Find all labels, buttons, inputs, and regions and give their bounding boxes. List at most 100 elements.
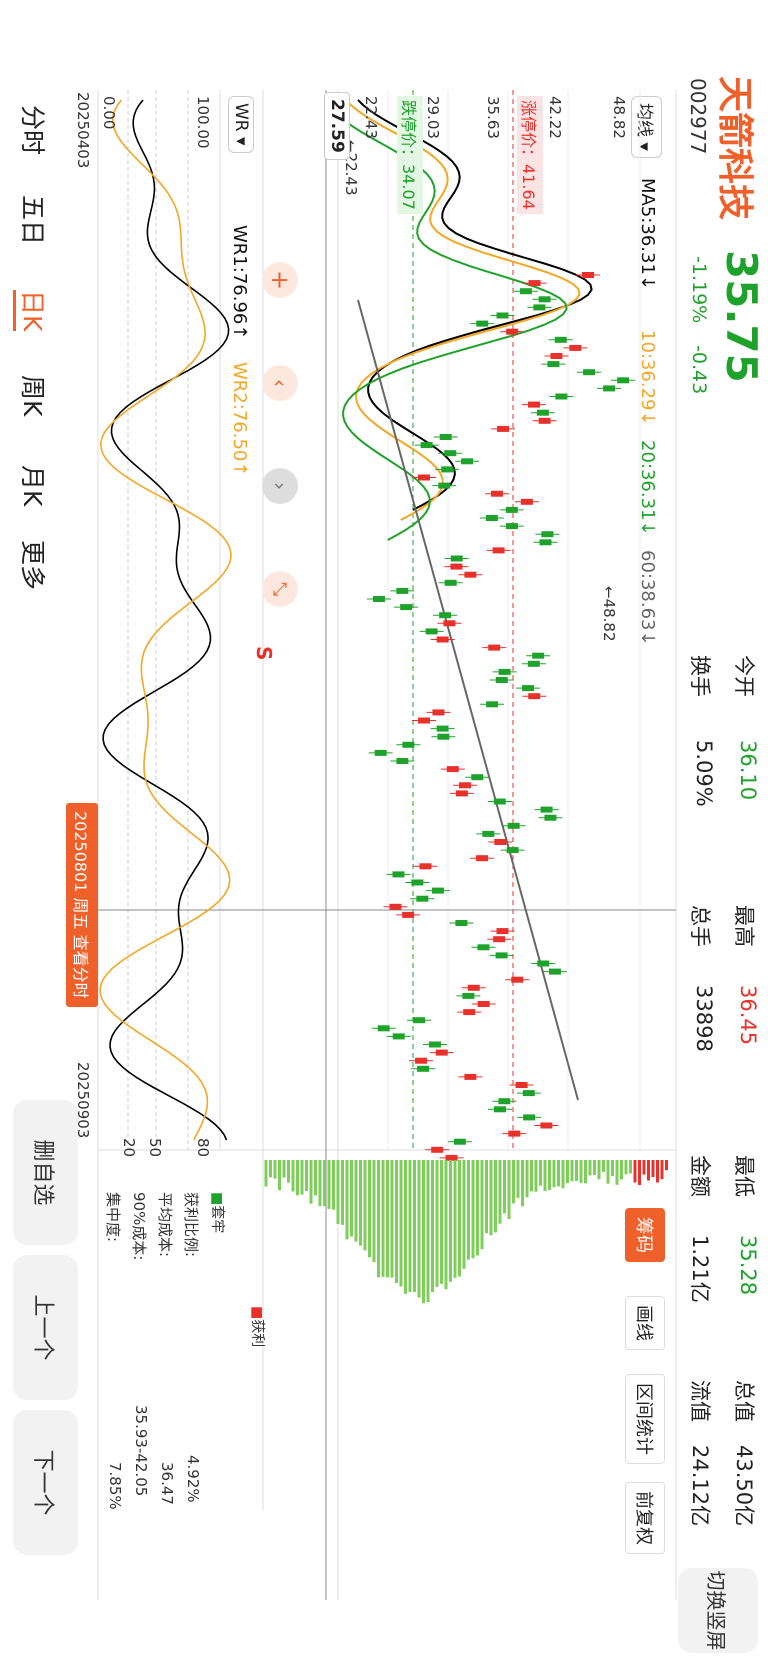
candle-body [496, 928, 508, 934]
chip-bar [386, 1160, 389, 1277]
chip-bar [553, 1160, 556, 1187]
nav-monthly-k[interactable]: 月K [16, 465, 52, 506]
previous-button[interactable]: 上一个 [13, 1255, 78, 1400]
candle-body [393, 871, 405, 877]
chip-bar [467, 1160, 470, 1260]
candle-body [528, 661, 540, 667]
nav-daily-k[interactable]: 日K [13, 290, 52, 331]
candle-body [396, 758, 408, 764]
indicator-selector-label: WR [231, 103, 251, 132]
pan-left-button[interactable]: ‹ [262, 365, 298, 401]
chip-bar [323, 1160, 326, 1206]
candle-body [508, 823, 520, 829]
chip-profit-ratio-value: 4.92% [184, 1455, 202, 1503]
chip-bar [292, 1160, 295, 1192]
chip-bar [355, 1160, 358, 1242]
chip-bar [476, 1160, 479, 1256]
pan-right-button[interactable]: › [262, 468, 298, 504]
candle-body [411, 880, 423, 886]
candle-body [476, 321, 488, 327]
candle-body [506, 523, 518, 529]
next-button[interactable]: 下一个 [13, 1410, 78, 1555]
wr-scale-50: 50 [146, 1138, 164, 1157]
candle-body [429, 1042, 441, 1048]
chip-bar [625, 1160, 628, 1174]
chip-bar [485, 1160, 488, 1233]
shrink-icon[interactable]: ⤡ [262, 571, 298, 607]
wr2-label: WR2:76.50↑ [229, 362, 250, 476]
wr1-label: WR1:76.96↑ [229, 225, 250, 339]
chip-bar [544, 1160, 547, 1191]
candle-body [375, 750, 387, 756]
candle-body [482, 831, 494, 837]
candle-body [393, 1033, 405, 1039]
candle-body [493, 936, 505, 942]
chip-bar [296, 1160, 299, 1195]
candle-body [447, 766, 459, 772]
candle-body [396, 588, 408, 594]
chip-bar [463, 1160, 466, 1269]
candle-body [486, 701, 498, 707]
chip-bar [652, 1160, 655, 1177]
chip-bar [490, 1160, 493, 1235]
candle-body [450, 564, 462, 570]
candles [367, 272, 635, 1161]
date-start: 20250403 [74, 92, 92, 168]
nav-more[interactable]: 更多 [16, 540, 52, 590]
candle-body [437, 734, 449, 740]
candle-body [529, 280, 541, 286]
chip-bar [571, 1160, 574, 1181]
candle-body [455, 920, 467, 926]
wr-scale-20: 20 [120, 1138, 138, 1157]
candle-body [522, 685, 534, 691]
candle-body [499, 669, 511, 675]
ma5-line [358, 100, 592, 510]
candle-body [491, 491, 503, 497]
candle-body [436, 1050, 448, 1056]
candle-body [415, 1058, 427, 1064]
chip-profit-ratio-label: 获利比例: [181, 1192, 202, 1257]
indicator-selector[interactable]: WR ▾ [228, 96, 254, 153]
chip-bar [265, 1160, 268, 1187]
chip-bar [458, 1160, 461, 1277]
nav-weekly-k[interactable]: 周K [16, 375, 52, 416]
chip-bar [535, 1160, 538, 1192]
chip-bar [512, 1160, 515, 1203]
landscape-stage: 天箭科技 002977 35.75 -1.19% -0.43 今开 36.10 … [0, 0, 768, 1665]
candle-body [539, 418, 551, 424]
candle-body [540, 1123, 552, 1129]
candle-body [444, 450, 456, 456]
remove-watchlist-button[interactable]: 删自选 [13, 1100, 78, 1245]
candle-body [416, 896, 428, 902]
candle-body [459, 782, 471, 788]
chip-bar [454, 1160, 457, 1278]
chip-bar [566, 1160, 569, 1183]
legend-trap-label: 套牢 [209, 1205, 225, 1233]
zoom-in-button[interactable]: + [262, 262, 298, 298]
candle-body [421, 442, 433, 448]
candle-body [583, 369, 595, 375]
wr1-line [103, 100, 229, 1140]
chip-bar [611, 1160, 614, 1176]
chip-bar [314, 1160, 317, 1195]
nav-intraday[interactable]: 分时 [16, 105, 52, 155]
nav-five-day[interactable]: 五日 [16, 195, 52, 245]
chip-bar [656, 1160, 659, 1183]
chip-bar [400, 1160, 403, 1287]
candle-body [547, 361, 559, 367]
candle-body [443, 620, 455, 626]
cursor-date-button[interactable]: 20250801 周五 查看分时 [66, 803, 98, 1007]
chip-bar [661, 1160, 664, 1179]
candle-body [378, 1025, 390, 1031]
chip-bar [575, 1160, 578, 1181]
sell-signal: S [252, 646, 276, 660]
candle-body [541, 531, 553, 537]
candle-body [537, 410, 549, 416]
chip-bar [373, 1160, 376, 1262]
candle-body [511, 977, 523, 983]
candle-body [496, 952, 508, 958]
price-axis-top: 48.82 [610, 96, 628, 139]
candle-body [533, 304, 545, 310]
chip-bar [404, 1160, 407, 1294]
kline-chart[interactable] [0, 0, 768, 1665]
